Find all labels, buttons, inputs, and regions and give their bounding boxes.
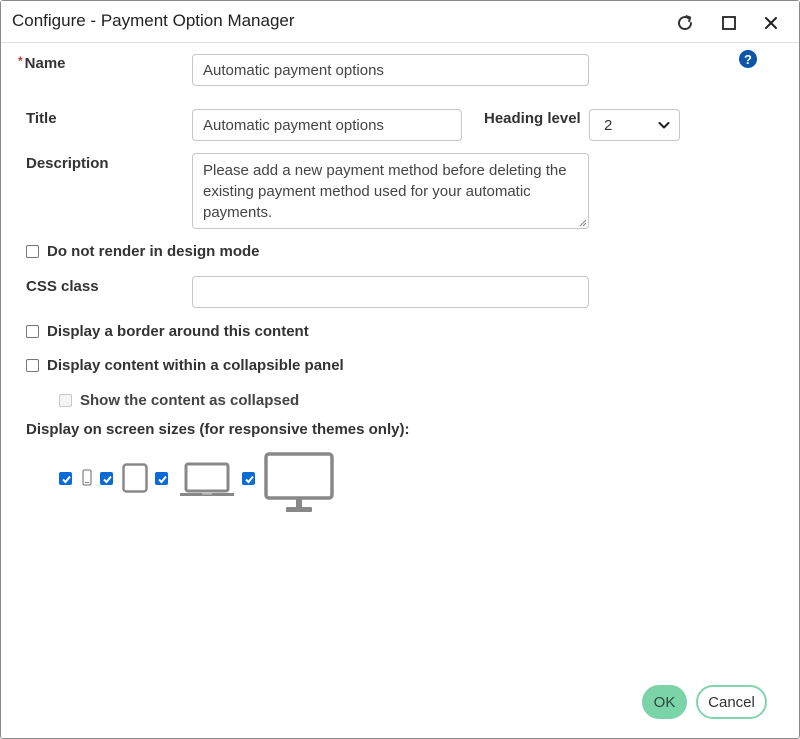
description-textarea[interactable]: Please add a new payment method before d… — [192, 153, 589, 229]
checkmark-icon — [103, 475, 112, 484]
name-label-text: Name — [24, 55, 66, 72]
help-icon[interactable]: ? — [739, 50, 757, 68]
maximize-icon — [722, 16, 736, 30]
laptop-icon — [180, 462, 234, 496]
checkmark-icon — [158, 475, 167, 484]
border-label: Display a border around this content — [47, 323, 309, 340]
collapsible-checkbox[interactable] — [26, 359, 39, 372]
heading-level-value: 2 — [604, 117, 613, 134]
required-mark: * — [18, 54, 23, 68]
checkmark-icon — [62, 475, 71, 484]
name-input[interactable] — [192, 54, 589, 86]
title-bar: Configure - Payment Option Manager — [1, 1, 799, 43]
name-label: * Name — [18, 54, 66, 72]
border-checkbox[interactable] — [26, 325, 39, 338]
heading-level-label: Heading level — [484, 110, 581, 127]
ok-button[interactable]: OK — [642, 685, 687, 719]
close-icon — [765, 17, 777, 29]
close-button[interactable] — [758, 10, 784, 36]
phone-icon — [82, 469, 92, 486]
desktop-checkbox[interactable] — [242, 472, 255, 485]
laptop-checkbox[interactable] — [155, 472, 168, 485]
checkmark-icon — [245, 475, 254, 484]
description-label: Description — [26, 155, 109, 172]
configure-dialog: Configure - Payment Option Manager ? * Na… — [0, 0, 800, 739]
collapsed-checkbox[interactable] — [59, 394, 72, 407]
resize-handle-icon[interactable] — [579, 219, 587, 227]
refresh-icon — [678, 15, 693, 31]
chevron-down-icon — [658, 122, 670, 129]
refresh-button[interactable] — [672, 10, 698, 36]
title-input[interactable] — [192, 109, 462, 141]
collapsed-label: Show the content as collapsed — [80, 392, 300, 409]
heading-level-select[interactable]: 2 — [589, 109, 680, 141]
css-class-input[interactable] — [192, 276, 589, 308]
tablet-checkbox[interactable] — [100, 472, 113, 485]
desktop-icon — [264, 452, 334, 512]
collapsible-label: Display content within a collapsible pan… — [47, 357, 344, 374]
title-label: Title — [26, 110, 57, 127]
css-class-label: CSS class — [26, 278, 99, 295]
maximize-button[interactable] — [716, 10, 742, 36]
dialog-title: Configure - Payment Option Manager — [12, 11, 295, 30]
phone-checkbox[interactable] — [59, 472, 72, 485]
screen-sizes-label: Display on screen sizes (for responsive … — [26, 421, 410, 438]
tablet-icon — [122, 463, 148, 493]
no-render-checkbox[interactable] — [26, 245, 39, 258]
no-render-label: Do not render in design mode — [47, 243, 260, 260]
cancel-button[interactable]: Cancel — [696, 685, 767, 719]
